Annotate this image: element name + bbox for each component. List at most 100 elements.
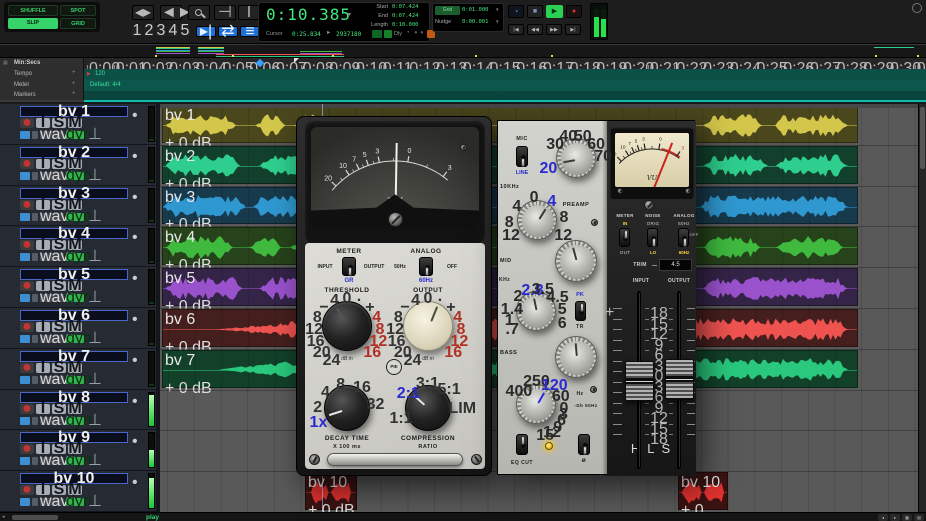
track-record-button[interactable]: ●	[20, 240, 34, 250]
track-record-button[interactable]: ●	[20, 485, 34, 495]
tempo-value[interactable]: 120	[95, 71, 105, 77]
track-automation-chip[interactable]	[32, 294, 38, 302]
track-io-chip[interactable]	[20, 294, 30, 302]
track-automation-chip[interactable]	[32, 131, 38, 139]
tab-to-transient-button[interactable]: ▸|	[196, 26, 216, 37]
zoom-preset-4[interactable]: 4	[168, 26, 178, 36]
track-fader-icon[interactable]: ⊥	[88, 131, 98, 139]
hls-analog-toggle[interactable]	[678, 228, 689, 247]
start-value[interactable]: 0:07.424	[392, 4, 419, 10]
zoom-preset-5[interactable]: 5	[180, 26, 190, 36]
track-record-button[interactable]: ●	[20, 363, 34, 373]
hls-pk-tr-toggle[interactable]	[575, 301, 586, 321]
status-chip-green-2[interactable]	[384, 30, 392, 38]
hls-channel-plugin-window[interactable]: MIC LINE PREAMP 10KHz MID KHz PK TR BASS…	[497, 120, 695, 475]
hls-mic-line-toggle[interactable]	[516, 146, 528, 167]
fast-forward-button[interactable]: ▶▶	[546, 24, 562, 35]
track-fader-icon[interactable]: ⊥	[88, 172, 98, 180]
hls-input-fader-cap[interactable]	[625, 361, 654, 401]
go-to-end-button[interactable]: ▶|	[565, 24, 581, 35]
track-automation-chip[interactable]	[32, 172, 38, 180]
track-elastic-chip[interactable]: dyn	[66, 294, 84, 302]
bottom-corner-button-2[interactable]: ▸	[890, 514, 900, 521]
track-view-selector[interactable]: wave	[40, 417, 64, 425]
track-io-chip[interactable]	[20, 498, 30, 506]
track-view-selector[interactable]: wave	[40, 498, 64, 506]
meter-add-icon[interactable]: +	[72, 81, 76, 87]
return-to-zero-button[interactable]: |◀	[508, 24, 524, 35]
play-button[interactable]: ▶	[546, 5, 563, 18]
track-record-button[interactable]: ●	[20, 322, 34, 332]
track-record-button[interactable]: ●	[20, 118, 34, 128]
track-automation-chip[interactable]	[32, 253, 38, 261]
hls-bass-gain-knob[interactable]	[555, 336, 597, 378]
horizontal-scrollbar-thumb[interactable]	[12, 515, 58, 520]
counter-dropdown-icon[interactable]: ▾	[348, 11, 351, 18]
track-io-chip[interactable]	[20, 417, 30, 425]
stop-button[interactable]: ■	[527, 5, 543, 18]
main-counter[interactable]: 0:10.385	[266, 5, 351, 24]
track-fader-icon[interactable]: ⊥	[88, 253, 98, 261]
universe-view[interactable]	[0, 45, 926, 58]
ruler-label-minsecs[interactable]: ▦ Min:Secs	[0, 58, 84, 69]
track-record-button[interactable]: ●	[20, 444, 34, 454]
hls-phase-toggle[interactable]	[578, 434, 590, 455]
track-io-chip[interactable]	[20, 376, 30, 384]
track-io-chip[interactable]	[20, 457, 30, 465]
tempo-ruler[interactable]: Tempo + ▶ 120	[0, 69, 926, 80]
track-io-chip[interactable]	[20, 172, 30, 180]
grid-value[interactable]: 0:01.000	[462, 7, 489, 13]
bottom-corner-button-3[interactable]: ▦	[902, 514, 912, 521]
pie-analog-value[interactable]: 60Hz	[413, 278, 439, 284]
magnifier-icon[interactable]	[188, 5, 210, 20]
track-record-button[interactable]: ●	[20, 404, 34, 414]
hls-output-fader-cap[interactable]	[665, 359, 694, 399]
track-fader-icon[interactable]: ⊥	[88, 335, 98, 343]
hls-eqcut-toggle[interactable]	[516, 434, 528, 455]
hls-noise-toggle[interactable]	[647, 228, 658, 247]
audio-clip[interactable]: bv 10+ 0 dB	[678, 472, 728, 510]
vertical-scrollbar-thumb[interactable]	[920, 107, 925, 169]
track-view-selector[interactable]: wave	[40, 253, 64, 261]
track-automation-chip[interactable]	[32, 335, 38, 343]
zoom-preset-3[interactable]: 3	[156, 26, 166, 36]
hls-mid-gain-knob[interactable]	[555, 240, 597, 282]
track-io-chip[interactable]	[20, 253, 30, 261]
bottom-corner-button-4[interactable]: ▤	[914, 514, 924, 521]
track-elastic-chip[interactable]: dyn	[66, 498, 84, 506]
track-fader-icon[interactable]: ⊥	[88, 213, 98, 221]
nudge-dropdown-icon[interactable]: ▾	[496, 19, 499, 25]
track-view-selector[interactable]: wave	[40, 131, 64, 139]
meter-value[interactable]: Default: 4/4	[90, 82, 121, 88]
zoom-out-in-icon[interactable]: ◂▸	[132, 5, 154, 20]
track-record-button[interactable]: ●	[20, 159, 34, 169]
trim-tool-icon[interactable]: ⊣	[214, 5, 236, 20]
track-automation-chip[interactable]	[32, 376, 38, 384]
track-view-selector[interactable]: wave	[40, 172, 64, 180]
bottom-corner-button-1[interactable]: ◂	[878, 514, 888, 521]
track-record-button[interactable]: ●	[20, 200, 34, 210]
rewind-button[interactable]: ◀◀	[527, 24, 543, 35]
markers-add-icon[interactable]: +	[72, 91, 76, 97]
zoom-toggle-icon[interactable]: ◄►	[160, 5, 182, 20]
track-elastic-chip[interactable]: dyn	[66, 213, 84, 221]
track-io-chip[interactable]	[20, 131, 30, 139]
track-automation-chip[interactable]	[32, 457, 38, 465]
audio-clip[interactable]: bv 10+ 0 dB	[305, 472, 357, 510]
tempo-add-icon[interactable]: +	[72, 70, 76, 76]
pie-analog-toggle[interactable]	[419, 257, 433, 276]
link-timeline-button[interactable]: ⇄	[218, 26, 238, 37]
track-automation-chip[interactable]	[32, 417, 38, 425]
online-button[interactable]: ◔	[508, 5, 524, 18]
hscroll-left-arrow-icon[interactable]: ◂	[2, 514, 5, 520]
track-view-selector[interactable]: wave	[40, 294, 64, 302]
track-elastic-chip[interactable]: dyn	[66, 417, 84, 425]
delay-comp-badge[interactable]: Dly	[394, 31, 402, 37]
zoom-preset-2[interactable]: 2	[144, 26, 154, 36]
meter-ruler[interactable]: Meter + Default: 4/4	[0, 80, 926, 91]
pie-meter-toggle[interactable]	[342, 257, 356, 276]
gear-icon[interactable]	[912, 3, 922, 13]
hls-meter-toggle[interactable]	[619, 228, 630, 247]
length-value[interactable]: 0:10.000	[392, 22, 419, 28]
track-view-selector[interactable]: wave	[40, 376, 64, 384]
